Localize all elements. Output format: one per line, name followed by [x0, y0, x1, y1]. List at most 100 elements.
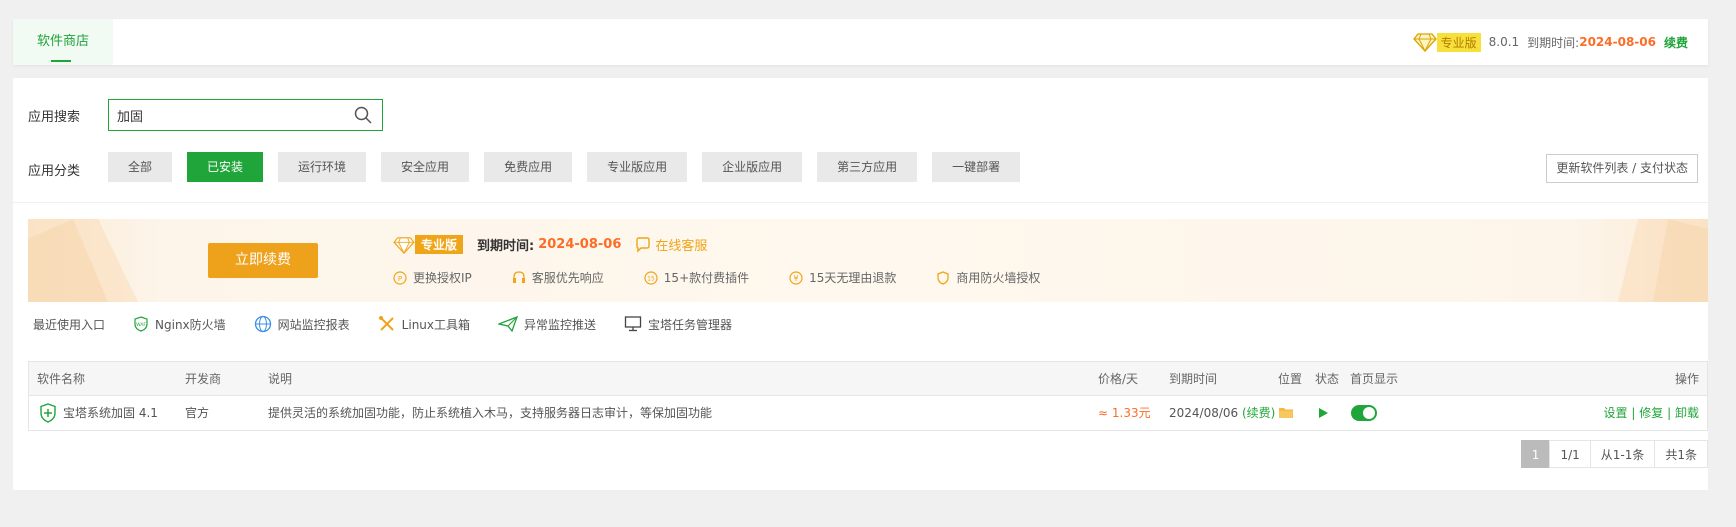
action-separator: |	[1631, 406, 1636, 420]
tab-software-store[interactable]: 软件商店	[13, 19, 113, 65]
feature-label: 15+款付费插件	[663, 271, 750, 285]
header-name: 软件名称	[37, 372, 86, 386]
table-header: 软件名称 开发商 说明 价格/天 到期时间 位置 状态 首页显示 操作	[29, 362, 1707, 396]
feature-priority-support: 客服优先响应	[512, 269, 604, 286]
status-play-icon[interactable]	[1317, 406, 1329, 420]
search-box[interactable]	[108, 99, 383, 131]
page-current[interactable]: 1	[1520, 440, 1551, 468]
chat-icon	[636, 236, 651, 253]
software-expire-cell: 2024/08/06 (续费)	[1169, 396, 1275, 430]
renew-link[interactable]: 续费	[1664, 34, 1688, 51]
pro-badge: 专业版	[1412, 32, 1481, 52]
waf-shield-icon: WAF	[134, 316, 148, 332]
headset-icon	[512, 270, 525, 283]
tab-underline	[51, 60, 71, 62]
svg-text:P: P	[398, 275, 402, 283]
monitor-icon	[624, 316, 642, 332]
software-price: ≈ 1.33元	[1098, 406, 1151, 420]
customer-service-link[interactable]: 在线客服	[635, 235, 707, 254]
category-enterprise[interactable]: 企业版应用	[702, 152, 803, 182]
svg-text:¥: ¥	[794, 274, 799, 283]
uninstall-action[interactable]: 卸载	[1675, 406, 1699, 420]
recent-item-label: Linux工具箱	[401, 317, 471, 332]
feature-label: 商用防火墙授权	[956, 271, 1041, 285]
recent-site-monitor[interactable]: 网站监控报表	[254, 315, 350, 333]
banner-pro-tag: 专业版	[393, 235, 464, 254]
category-pro[interactable]: 专业版应用	[587, 152, 688, 182]
recent-item-label: 网站监控报表	[277, 317, 350, 332]
search-panel: 应用搜索 应用分类 全部 已安装 运行环境 安全应用 免费应用 专业版应用 企业…	[13, 78, 1708, 202]
svg-text:WAF: WAF	[136, 322, 146, 328]
header-location: 位置	[1278, 372, 1303, 386]
top-bar: 软件商店 专业版 8.0.1 到期时间: 2024-08-06 续费	[13, 19, 1708, 65]
banner-info-row: 专业版 到期时间: 2024-08-06 在线客服	[393, 235, 707, 254]
feature-label: 更换授权IP	[413, 271, 472, 285]
software-renew-link[interactable]: (续费)	[1242, 406, 1275, 420]
version-info: 专业版 8.0.1 到期时间: 2024-08-06 续费	[1412, 19, 1688, 65]
category-one-click[interactable]: 一键部署	[932, 152, 1021, 182]
category-all[interactable]: 全部	[108, 152, 173, 182]
update-list-button[interactable]: 更新软件列表 / 支付状态	[1546, 154, 1698, 183]
category-list: 全部 已安装 运行环境 安全应用 免费应用 专业版应用 企业版应用 第三方应用 …	[108, 152, 1021, 182]
page-total: 共1条	[1654, 440, 1708, 468]
feature-label: 客服优先响应	[531, 271, 604, 285]
row-name-cell: 宝塔系统加固 4.1	[39, 396, 158, 430]
svg-text:15: 15	[647, 275, 655, 282]
feature-label: 15天无理由退款	[809, 271, 897, 285]
recent-item-label: Nginx防火墙	[155, 317, 226, 332]
refund-icon: ¥	[789, 270, 803, 285]
globe-icon	[254, 315, 271, 333]
recent-alert-push[interactable]: 异常监控推送	[498, 316, 596, 333]
send-icon	[498, 316, 519, 332]
banner-pro-label: 专业版	[415, 235, 464, 254]
header-price: 价格/天	[1098, 372, 1139, 386]
banner-decoration-left	[28, 219, 138, 302]
recent-linux-toolbox[interactable]: Linux工具箱	[378, 315, 470, 333]
software-table: 软件名称 开发商 说明 价格/天 到期时间 位置 状态 首页显示 操作 宝塔系统…	[28, 361, 1708, 431]
recent-entries: 最近使用入口 WAF Nginx防火墙 网站监控报表 Linux工具箱 异常监控…	[33, 310, 732, 338]
category-third-party[interactable]: 第三方应用	[817, 152, 918, 182]
shield-icon	[937, 270, 950, 285]
feature-change-ip: P 更换授权IP	[393, 269, 472, 286]
category-label: 应用分类	[28, 164, 81, 179]
customer-service-label: 在线客服	[655, 239, 708, 254]
settings-action[interactable]: 设置	[1604, 406, 1628, 420]
search-icon[interactable]	[354, 106, 372, 124]
software-expire-date: 2024/08/06	[1169, 406, 1239, 420]
repair-action[interactable]: 修复	[1639, 406, 1663, 420]
banner-features: P 更换授权IP 客服优先响应 15 15+款付费插件 ¥ 15天无理由退款 商…	[393, 269, 1040, 286]
recent-item-label: 宝塔任务管理器	[648, 317, 733, 332]
search-input[interactable]	[109, 100, 339, 130]
expire-label: 到期时间:	[1527, 35, 1580, 50]
software-name[interactable]: 宝塔系统加固 4.1	[63, 396, 158, 430]
category-runtime[interactable]: 运行环境	[278, 152, 367, 182]
category-free[interactable]: 免费应用	[484, 152, 573, 182]
recent-label: 最近使用入口	[33, 317, 106, 332]
category-installed[interactable]: 已安装	[187, 152, 264, 182]
recent-task-manager[interactable]: 宝塔任务管理器	[624, 315, 732, 333]
recent-nginx-firewall[interactable]: WAF Nginx防火墙	[133, 316, 226, 333]
location-folder-icon[interactable]	[1278, 405, 1294, 421]
banner-expire-label: 到期时间:	[477, 239, 535, 254]
shield-plus-icon	[40, 403, 56, 423]
header-description: 说明	[268, 372, 293, 386]
row-actions: 设置 | 修复 | 卸载	[1604, 396, 1699, 430]
renew-now-button[interactable]: 立即续费	[208, 243, 318, 278]
header-homepage: 首页显示	[1350, 372, 1399, 386]
header-actions: 操作	[1674, 372, 1699, 386]
category-security[interactable]: 安全应用	[381, 152, 470, 182]
diamond-icon	[393, 236, 415, 254]
banner-decoration-right	[1618, 219, 1708, 302]
header-developer: 开发商	[185, 372, 222, 386]
pro-label: 专业版	[1436, 32, 1481, 52]
pagination: 1 1/1 从1-1条 共1条	[1520, 440, 1708, 468]
software-description: 提供灵活的系统加固功能，防止系统植入木马，支持服务器日志审计，等保加固功能	[268, 406, 713, 420]
homepage-toggle[interactable]	[1351, 405, 1377, 421]
main-panel: 立即续费 专业版 到期时间: 2024-08-06 在线客服 P 更换授权IP …	[13, 203, 1708, 490]
header-status: 状态	[1315, 372, 1340, 386]
page-count: 1/1	[1549, 440, 1591, 468]
table-row: 宝塔系统加固 4.1 官方 提供灵活的系统加固功能，防止系统植入木马，支持服务器…	[29, 396, 1707, 430]
feature-paid-plugins: 15 15+款付费插件	[644, 269, 749, 286]
tools-icon	[378, 316, 394, 331]
feature-refund: ¥ 15天无理由退款	[789, 269, 896, 286]
